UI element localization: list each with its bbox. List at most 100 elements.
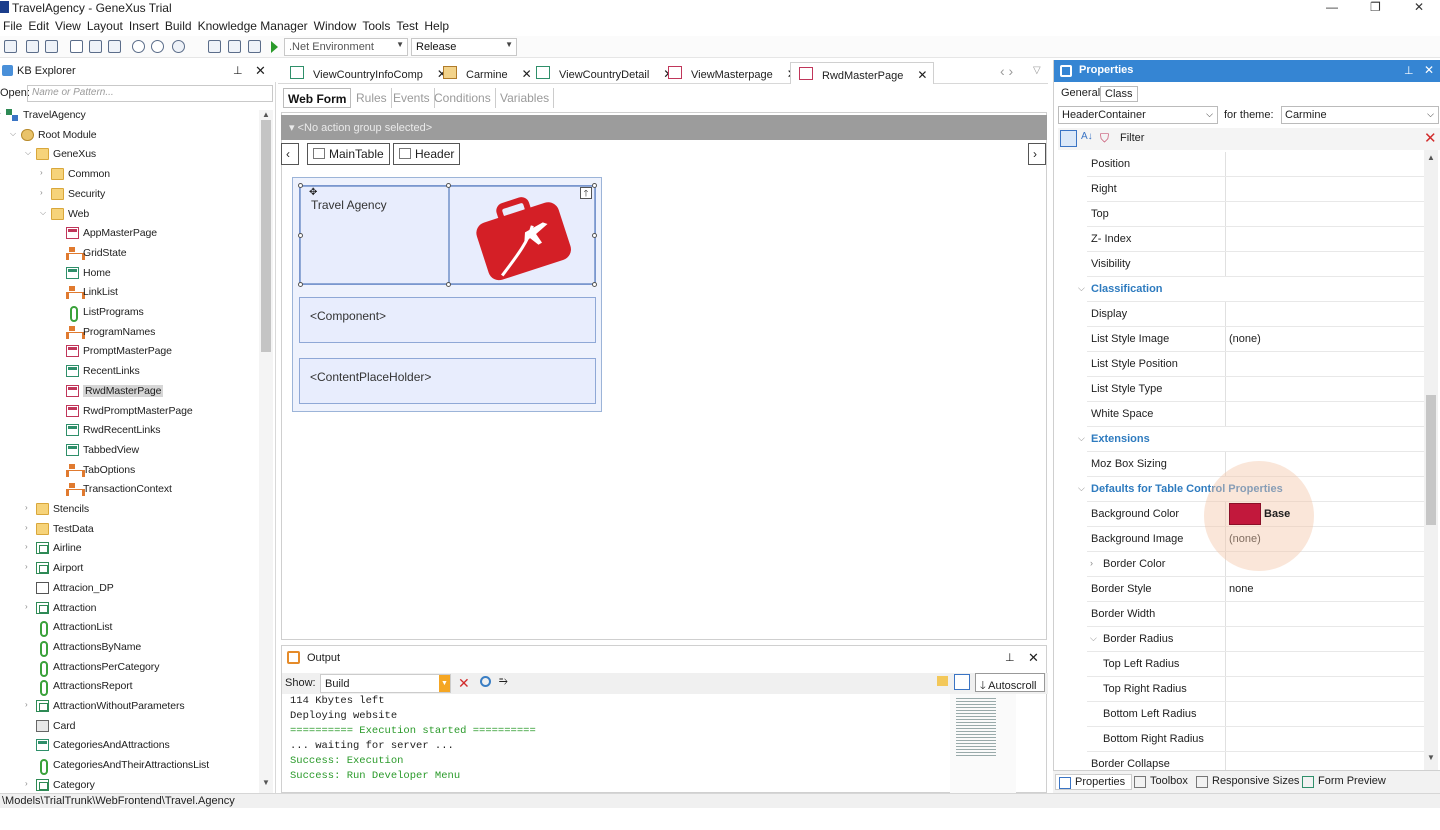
output-minimap[interactable] [950, 694, 1016, 794]
categorized-icon[interactable] [1060, 130, 1077, 147]
sort-az-icon[interactable]: A↓ [1081, 131, 1093, 142]
scroll-thumb[interactable] [1426, 395, 1436, 525]
class-select[interactable]: HeaderContainer ⌵ [1058, 106, 1218, 124]
property-row[interactable]: List Style Type [1087, 377, 1426, 402]
menu-item-insert[interactable]: Insert [126, 17, 162, 33]
chevron-down-icon[interactable]: ⌵ [1090, 633, 1097, 644]
property-row[interactable]: Display [1087, 302, 1426, 327]
breadcrumb-forward-button[interactable]: › [1028, 143, 1046, 165]
tabs-menu-icon[interactable]: ▽ [1033, 65, 1041, 76]
open-input[interactable]: Name or Pattern... [27, 85, 273, 102]
expand-chevron-icon[interactable]: ⌵ [40, 208, 46, 218]
breadcrumb-header[interactable]: Header [393, 143, 461, 165]
menu-item-layout[interactable]: Layout [84, 17, 126, 33]
tab-web-form[interactable]: Web Form [283, 88, 352, 108]
property-row[interactable]: Bottom Left Radius [1087, 702, 1426, 727]
theme-select[interactable]: Carmine ⌵ [1281, 106, 1439, 124]
tab-class[interactable]: Class [1100, 86, 1138, 102]
tab-variables[interactable]: Variables [496, 88, 555, 108]
tabs-scroll-left-icon[interactable]: ‹ › [1000, 63, 1013, 79]
doc-tab[interactable]: ViewCountryInfoComp ✕ [282, 62, 453, 84]
resize-handle[interactable] [298, 183, 303, 188]
tab-events[interactable]: Events [389, 88, 435, 108]
copy-icon[interactable] [89, 40, 102, 53]
kb-tree-scrollbar[interactable]: ▲ ▼ [259, 110, 273, 793]
scroll-down-icon[interactable]: ▼ [1427, 753, 1435, 762]
menu-item-tools[interactable]: Tools [359, 17, 393, 33]
property-category[interactable]: ⌵ Extensions [1078, 427, 1426, 452]
property-row[interactable]: List Style Position [1087, 352, 1426, 377]
scroll-up-icon[interactable]: ▲ [262, 110, 270, 119]
scroll-up-icon[interactable]: ▲ [1427, 153, 1435, 162]
chevron-down-icon[interactable]: ⌵ [1078, 283, 1085, 294]
paste-icon[interactable] [108, 40, 121, 53]
expand-chevron-icon[interactable]: ⌵ [25, 148, 31, 158]
restore-button[interactable]: ❐ [1370, 0, 1381, 14]
bottom-tab-toolbox[interactable]: Toolbox [1131, 774, 1194, 788]
menu-item-knowledge-manager[interactable]: Knowledge Manager [195, 17, 311, 33]
pin-icon[interactable]: ⊥ [1404, 64, 1414, 77]
menu-item-file[interactable]: File [0, 17, 25, 33]
close-window-button[interactable]: ✕ [1414, 0, 1424, 14]
expand-chevron-icon[interactable]: › [25, 602, 28, 611]
expand-chevron-icon[interactable]: ⌵ [0, 109, 1, 119]
expand-chevron-icon[interactable]: › [25, 779, 28, 788]
menu-item-view[interactable]: View [52, 17, 84, 33]
doc-tab[interactable]: ViewMasterpage✕ [660, 62, 803, 84]
bottom-tab-form-preview[interactable]: Form Preview [1299, 774, 1392, 788]
property-row[interactable]: Top [1087, 202, 1426, 227]
expand-chevron-icon[interactable]: › [25, 523, 28, 532]
new-icon[interactable] [4, 40, 17, 53]
resize-handle[interactable] [446, 183, 451, 188]
breadcrumb-back-button[interactable]: ‹ [281, 143, 299, 165]
menu-item-window[interactable]: Window [311, 17, 360, 33]
property-row[interactable]: Z- Index [1087, 227, 1426, 252]
wrap-icon[interactable]: ⥱ [499, 675, 508, 688]
header-image-cell[interactable] [449, 186, 595, 284]
resize-handle[interactable] [592, 233, 597, 238]
build-icon[interactable] [208, 40, 221, 53]
property-row[interactable]: Visibility [1087, 252, 1426, 277]
property-row[interactable]: Right [1087, 177, 1426, 202]
environment-select[interactable]: .Net Environment ▼ [284, 38, 408, 56]
bottom-tab-responsive-sizes[interactable]: Responsive Sizes [1193, 774, 1305, 788]
doc-tab[interactable]: ViewCountryDetail✕ [528, 62, 679, 84]
select-parent-icon[interactable]: 🡑 [580, 187, 592, 199]
expand-chevron-icon[interactable]: › [40, 188, 43, 197]
close-properties-icon[interactable]: ✕ [1424, 63, 1434, 77]
action-group-bar[interactable]: ▾ <No action group selected> [281, 115, 1047, 140]
chevron-down-icon[interactable]: ⌵ [1078, 483, 1085, 494]
lock-icon[interactable] [937, 676, 948, 686]
autoscroll-button[interactable]: 🡓 Autoscroll [975, 673, 1045, 692]
expand-chevron-icon[interactable]: › [25, 700, 28, 709]
content-placeholder-cell[interactable]: <ContentPlaceHolder> [299, 358, 596, 404]
close-output-icon[interactable]: ✕ [1028, 650, 1039, 666]
save-output-icon[interactable] [954, 674, 970, 690]
property-row[interactable]: ⌵ Border Radius [1087, 627, 1426, 652]
property-row[interactable]: List Style Image (none) [1087, 327, 1426, 352]
cancel-build-icon[interactable] [248, 40, 261, 53]
scroll-down-icon[interactable]: ▼ [262, 778, 270, 787]
main-table[interactable]: Travel Agency ✥ 🡑 <Component> <ContentPl [292, 177, 602, 412]
component-cell[interactable]: <Component> [299, 297, 596, 343]
menu-item-test[interactable]: Test [393, 17, 421, 33]
configuration-select[interactable]: Release ▼ [411, 38, 517, 56]
expand-chevron-icon[interactable]: ⌵ [10, 129, 16, 139]
resize-handle[interactable] [446, 282, 451, 287]
find-icon[interactable] [480, 676, 491, 687]
resize-handle[interactable] [592, 282, 597, 287]
header-table[interactable]: Travel Agency ✥ 🡑 [298, 183, 597, 287]
property-row[interactable]: Border Style none [1087, 577, 1426, 602]
filter-icon[interactable]: ⛉ [1100, 131, 1109, 146]
close-tab-icon[interactable]: ✕ [917, 68, 927, 82]
expand-chevron-icon[interactable]: › [25, 542, 28, 551]
move-icon[interactable]: ✥ [309, 187, 317, 198]
property-row[interactable]: Position [1087, 152, 1426, 177]
bottom-tab-properties[interactable]: Properties [1055, 774, 1133, 790]
cut-icon[interactable] [70, 40, 83, 53]
scroll-thumb[interactable] [261, 120, 271, 352]
property-row[interactable]: Top Left Radius [1087, 652, 1426, 677]
resize-handle[interactable] [298, 233, 303, 238]
background-color-swatch[interactable] [1229, 503, 1261, 525]
run-icon[interactable] [271, 41, 278, 53]
